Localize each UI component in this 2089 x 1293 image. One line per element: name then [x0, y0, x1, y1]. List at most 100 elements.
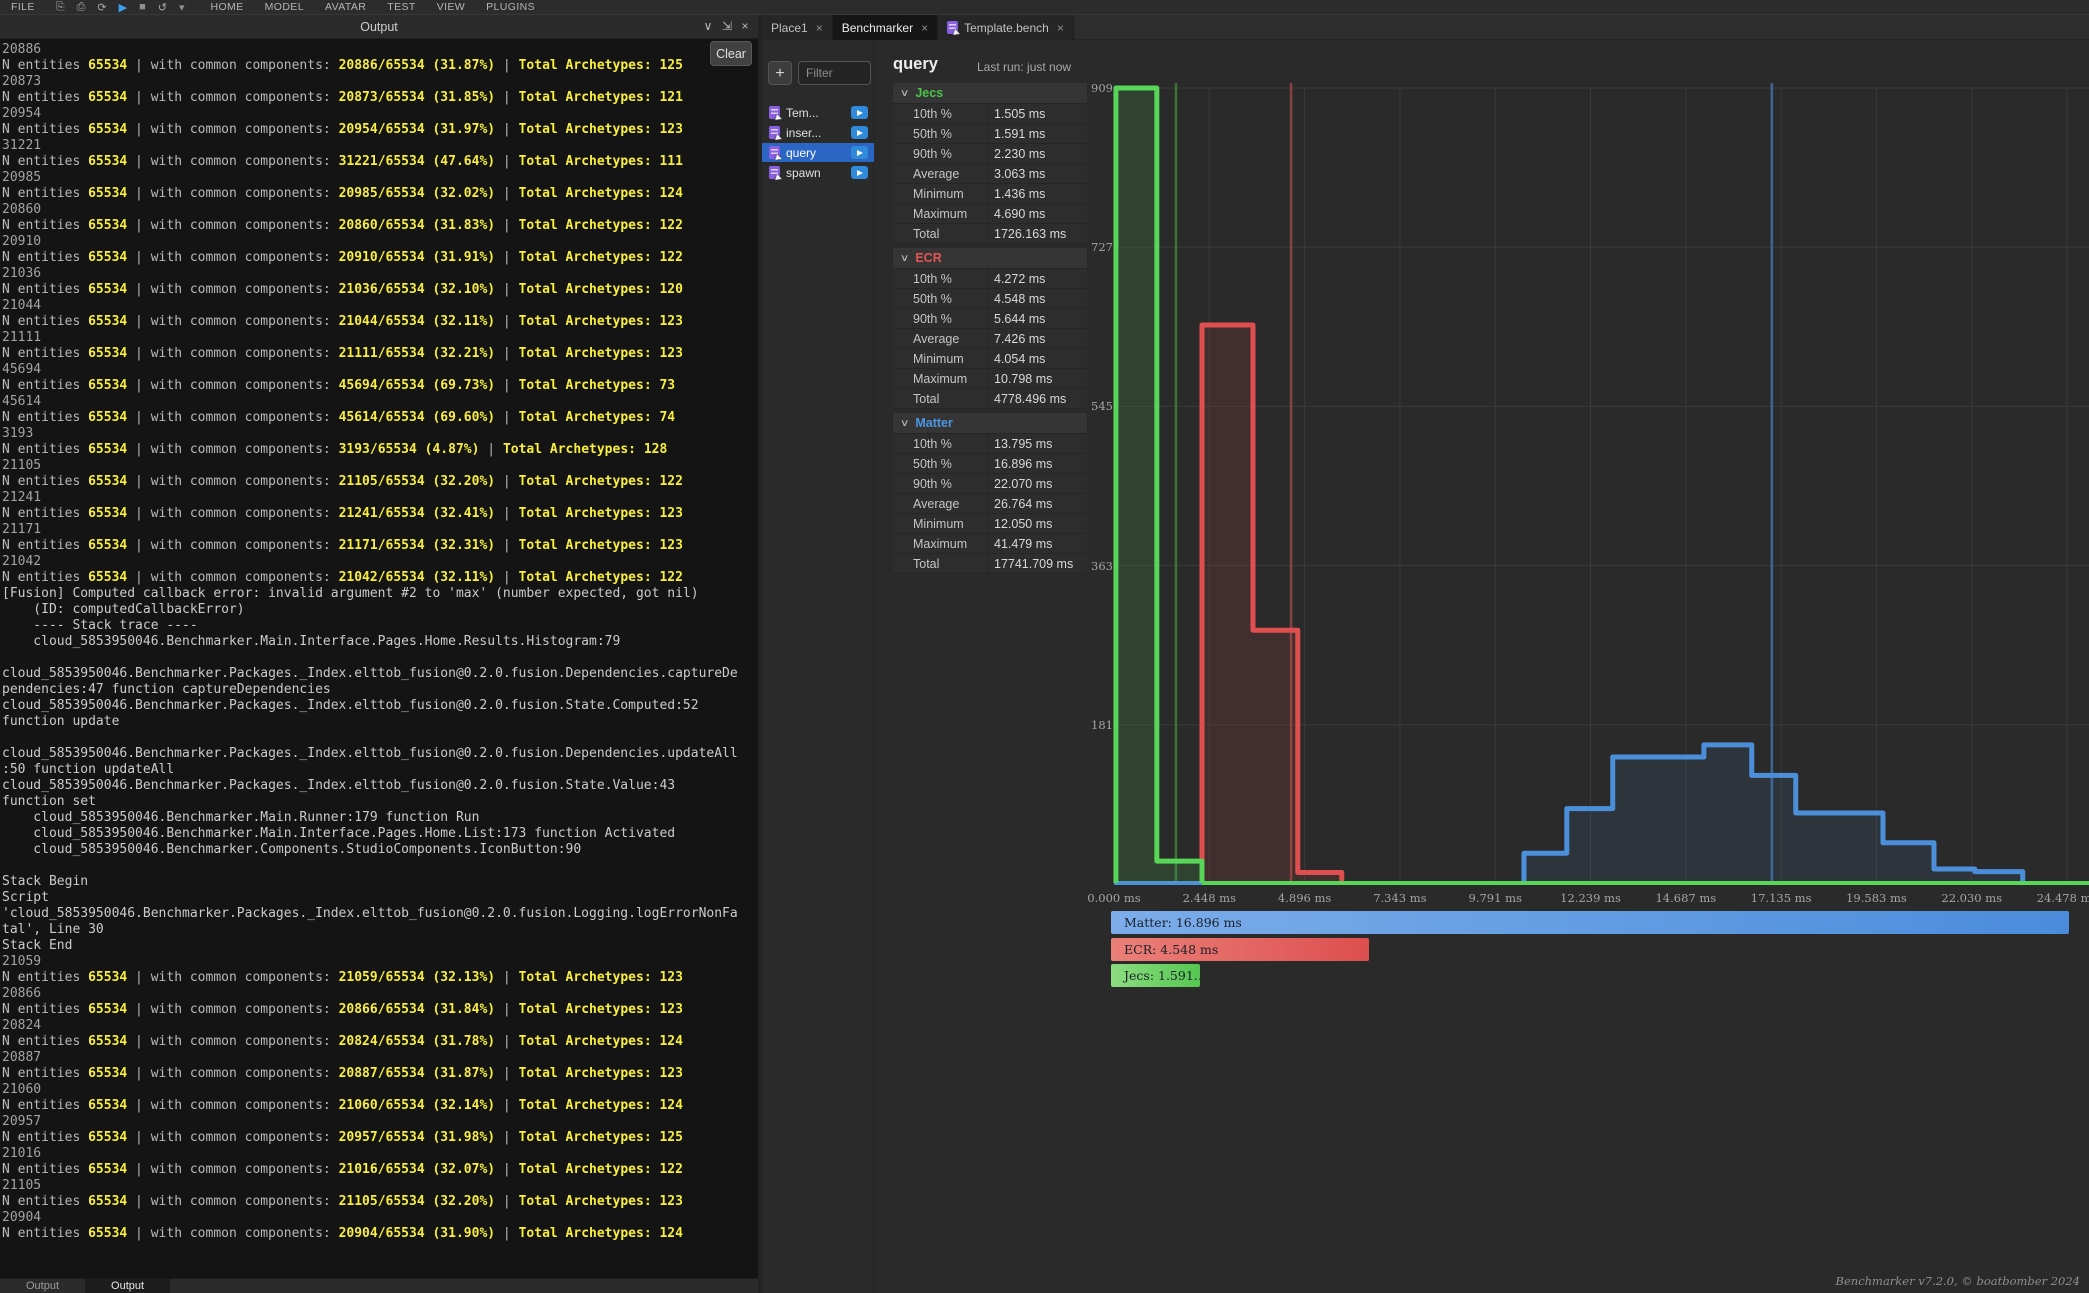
histogram-series-ecr [1202, 325, 1342, 883]
console-line: cloud_5853950046.Benchmarker.Components.… [2, 842, 758, 858]
chevron-down-icon[interactable]: ∨ [700, 15, 716, 39]
document-tab-bar: Place1×Benchmarker×Template.bench× [762, 15, 2089, 40]
menu-plugins[interactable]: PLUGINS [486, 1, 535, 13]
stat-value: 41.479 ms [994, 534, 1052, 554]
filter-input[interactable] [798, 61, 871, 85]
console-line: N entities 65534 | with common component… [2, 1098, 758, 1114]
benchmark-item-Tem[interactable]: Tem... [762, 103, 874, 122]
stat-label: Total [913, 554, 939, 574]
benchmark-list: Tem...inser...query spawn [762, 103, 874, 183]
script-icon [769, 106, 780, 119]
histogram-svg [1095, 55, 2089, 900]
stat-value: 4.548 ms [994, 289, 1045, 309]
menu-test[interactable]: TEST [387, 1, 415, 13]
close-icon[interactable]: × [921, 21, 928, 35]
output-console[interactable]: 20886N entities 65534 | with common comp… [0, 39, 758, 1278]
dock-tab-output[interactable]: Output [0, 1279, 85, 1293]
column-divider [988, 494, 989, 514]
run-benchmark-button[interactable] [851, 166, 868, 179]
column-divider [988, 289, 989, 309]
console-line: 20866 [2, 986, 758, 1002]
stat-value: 12.050 ms [994, 514, 1052, 534]
column-divider [988, 184, 989, 204]
console-line: N entities 65534 | with common component… [2, 250, 758, 266]
stat-label: 50th % [913, 289, 952, 309]
column-divider [988, 104, 989, 124]
benchmarker-panel: Place1×Benchmarker×Template.bench× + Tem… [762, 15, 2089, 1293]
console-line: function set [2, 794, 758, 810]
console-line: cloud_5853950046.Benchmarker.Main.Interf… [2, 634, 758, 650]
stats-section-matter[interactable]: ∨Matter [893, 413, 1087, 434]
benchmark-item-spawn[interactable]: spawn [762, 163, 874, 182]
benchmark-sidebar: + Tem...inser...queryspawn ⚙ [762, 40, 874, 1293]
histogram-series-matter [1524, 745, 2023, 883]
tab-benchmarker[interactable]: Benchmarker × [833, 15, 938, 40]
chevron-down-icon: ∨ [900, 88, 910, 99]
histogram-chart: 1813635457279090.000 ms2.448 ms4.896 ms7… [1095, 55, 2089, 1000]
stat-value: 4.690 ms [994, 204, 1045, 224]
redo-icon[interactable]: ⟳ [97, 1, 106, 14]
stat-label: Maximum [913, 369, 967, 389]
tab-place1[interactable]: Place1× [762, 15, 833, 40]
stat-label: Maximum [913, 204, 967, 224]
stats-section-ecr[interactable]: ∨ECR [893, 248, 1087, 269]
run-benchmark-button[interactable] [851, 146, 868, 159]
undo-icon[interactable]: ↺ [158, 1, 167, 14]
legend-matter: Matter: 16.896 ms [1111, 911, 2069, 934]
stat-row: Maximum 4.690 ms [893, 204, 1087, 224]
console-line: N entities 65534 | with common component… [2, 474, 758, 490]
console-line: Stack End [2, 938, 758, 954]
add-benchmark-button[interactable]: + [768, 61, 792, 85]
console-line: N entities 65534 | with common component… [2, 90, 758, 106]
stat-value: 2.230 ms [994, 144, 1045, 164]
run-benchmark-button[interactable] [851, 126, 868, 139]
console-line: 21036 [2, 266, 758, 282]
console-line: N entities 65534 | with common component… [2, 1194, 758, 1210]
run-benchmark-button[interactable] [851, 106, 868, 119]
benchmark-item-query[interactable]: query [762, 143, 874, 162]
column-divider [988, 534, 989, 554]
stat-row: 90th %5.644 ms [893, 309, 1087, 329]
stat-row: Average3.063 ms [893, 164, 1087, 184]
tab-template-bench[interactable]: Template.bench× [938, 15, 1074, 40]
benchmark-label: spawn [786, 166, 841, 180]
dock-tab-output[interactable]: Output [85, 1279, 170, 1293]
menu-avatar[interactable]: AVATAR [325, 1, 366, 13]
stat-value: 13.795 ms [994, 434, 1052, 454]
column-divider [988, 204, 989, 224]
menu-file[interactable]: FILE [11, 1, 35, 13]
stats-section-jecs[interactable]: ∨Jecs [893, 83, 1087, 104]
save-icon[interactable]: ⎙ [77, 1, 86, 14]
console-line: 3193 [2, 426, 758, 442]
close-icon[interactable]: × [737, 15, 753, 39]
benchmark-title: query [893, 55, 938, 74]
stop-icon[interactable]: ■ [139, 1, 146, 13]
x-axis-tick-label: 17.135 ms [1743, 891, 1819, 905]
play-icon[interactable]: ▶ [119, 1, 127, 14]
benchmark-item-inser[interactable]: inser... [762, 123, 874, 142]
menu-home[interactable]: HOME [211, 1, 244, 13]
console-line: N entities 65534 | with common component… [2, 346, 758, 362]
x-axis-tick-label: 12.239 ms [1553, 891, 1629, 905]
y-axis-tick-label: 545 [1087, 399, 1113, 413]
close-icon[interactable]: × [1057, 21, 1064, 35]
stat-value: 1.591 ms [994, 124, 1045, 144]
stat-label: 10th % [913, 269, 952, 289]
caret-down-icon[interactable]: ▾ [179, 1, 185, 14]
console-line: 20873 [2, 74, 758, 90]
paste-icon[interactable]: ⎘ [56, 1, 65, 14]
menu-view[interactable]: VIEW [437, 1, 465, 13]
x-axis-tick-label: 19.583 ms [1838, 891, 1914, 905]
console-line: 21059 [2, 954, 758, 970]
tab-label: Benchmarker [842, 21, 913, 35]
stat-label: Total [913, 224, 939, 244]
close-icon[interactable]: × [816, 21, 823, 35]
clear-output-button[interactable]: Clear [710, 41, 752, 66]
stat-value: 3.063 ms [994, 164, 1045, 184]
menu-model[interactable]: MODEL [265, 1, 304, 13]
console-line: N entities 65534 | with common component… [2, 218, 758, 234]
stat-value: 17741.709 ms [994, 554, 1073, 574]
float-panel-icon[interactable]: ⇲ [719, 15, 735, 39]
stat-label: 10th % [913, 434, 952, 454]
console-line: (ID: computedCallbackError) [2, 602, 758, 618]
